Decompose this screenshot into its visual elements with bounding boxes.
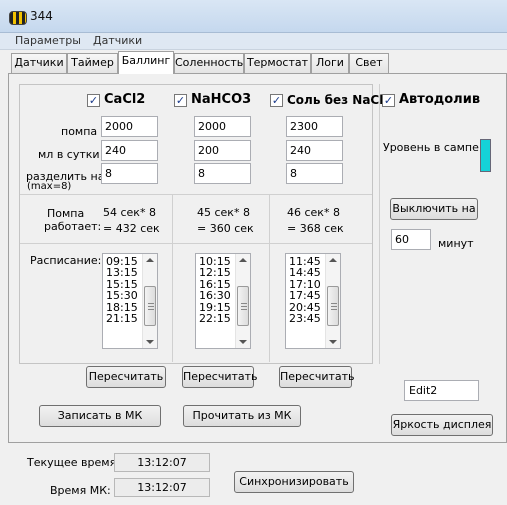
- label-divide-max: (max=8): [27, 181, 72, 192]
- label-pump: помпа: [61, 125, 98, 138]
- salt-ml-field[interactable]: 240: [286, 140, 343, 161]
- salt-label: Соль без NaCl: [287, 93, 384, 107]
- scroll-down-arrow-icon[interactable]: [329, 340, 337, 344]
- separator-2: [20, 243, 372, 244]
- nahco3-recalc-button[interactable]: Пересчитать: [182, 366, 258, 388]
- tab-sensors[interactable]: Датчики: [11, 53, 67, 73]
- cacl2-ml-field[interactable]: 240: [101, 140, 158, 161]
- cacl2-checkbox[interactable]: ✓: [87, 94, 100, 107]
- window-title: 344: [30, 9, 53, 23]
- salt-pump-field[interactable]: 2300: [286, 116, 343, 137]
- minutes-field[interactable]: 60: [391, 229, 431, 250]
- sump-level-label: Уровень в сампе:: [383, 141, 483, 154]
- current-time-label: Текущее время:: [27, 456, 120, 469]
- nahco3-label: NaHCO3: [191, 92, 252, 107]
- display-brightness-button[interactable]: Яркость дисплея: [391, 414, 493, 436]
- mk-time-value: 13:12:07: [114, 478, 210, 497]
- read-from-mk-button[interactable]: Прочитать из МК: [183, 405, 301, 427]
- list-item[interactable]: 22:15: [199, 313, 231, 325]
- tab-balling[interactable]: Баллинг: [118, 51, 174, 74]
- scrollbar[interactable]: [235, 254, 250, 348]
- current-time-value: 13:12:07: [114, 453, 210, 472]
- scroll-down-arrow-icon[interactable]: [146, 340, 154, 344]
- tab-thermostat[interactable]: Термостат: [244, 53, 311, 73]
- cacl2-work-total: = 432 сек: [103, 222, 160, 235]
- nahco3-work-time: 45 сек* 8: [197, 206, 250, 219]
- salt-checkbox[interactable]: ✓: [270, 94, 283, 107]
- label-schedule: Расписание:: [30, 254, 102, 267]
- salt-schedule-list[interactable]: 11:45 14:45 17:10 17:45 20:45 23:45: [285, 253, 341, 349]
- tab-salinity[interactable]: Соленность: [174, 53, 244, 73]
- title-bar: 344: [0, 0, 507, 33]
- scroll-thumb[interactable]: [144, 286, 156, 326]
- app-bee-icon: [9, 11, 27, 25]
- disable-for-button[interactable]: Выключить на: [390, 198, 478, 220]
- write-to-mk-button[interactable]: Записать в МК: [39, 405, 161, 427]
- column-divider-2: [269, 194, 270, 362]
- nahco3-work-total: = 360 сек: [197, 222, 254, 235]
- tab-light[interactable]: Свет: [349, 53, 389, 73]
- nahco3-schedule-list[interactable]: 10:15 12:15 16:15 16:30 19:15 22:15: [195, 253, 251, 349]
- salt-work-total: = 368 сек: [287, 222, 344, 235]
- list-item[interactable]: 15:30: [106, 290, 138, 302]
- minutes-label: минут: [438, 237, 474, 250]
- nahco3-divide-field[interactable]: 8: [194, 163, 251, 184]
- tab-timer[interactable]: Таймер: [67, 53, 118, 73]
- label-pump-works: Помпа: [47, 207, 85, 220]
- mk-time-label: Время МК:: [50, 484, 111, 497]
- autofill-label: Автодолив: [399, 92, 481, 107]
- scroll-thumb[interactable]: [327, 286, 339, 326]
- scroll-up-arrow-icon[interactable]: [239, 258, 247, 262]
- cacl2-label: CaCl2: [104, 92, 146, 107]
- label-pump-works-2: работает:: [44, 220, 102, 233]
- label-ml-per-day: мл в сутки: [38, 148, 100, 161]
- menu-parameters[interactable]: Параметры: [15, 34, 81, 47]
- separator-1: [20, 194, 372, 195]
- salt-work-time: 46 сек* 8: [287, 206, 340, 219]
- nahco3-pump-field[interactable]: 2000: [194, 116, 251, 137]
- menu-bar: Параметры Датчики: [0, 33, 507, 50]
- scroll-up-arrow-icon[interactable]: [146, 258, 154, 262]
- autofill-checkbox[interactable]: ✓: [382, 94, 395, 107]
- scrollbar[interactable]: [142, 254, 157, 348]
- list-item[interactable]: 17:45: [289, 290, 321, 302]
- cacl2-recalc-button[interactable]: Пересчитать: [86, 366, 166, 388]
- column-divider-1: [172, 194, 173, 362]
- salt-divide-field[interactable]: 8: [286, 163, 343, 184]
- column-divider-3: [379, 84, 380, 364]
- sump-level-indicator: [480, 139, 491, 172]
- list-item[interactable]: 23:45: [289, 313, 321, 325]
- nahco3-checkbox[interactable]: ✓: [174, 94, 187, 107]
- list-item[interactable]: 21:15: [106, 313, 138, 325]
- list-item[interactable]: 16:30: [199, 290, 231, 302]
- scroll-down-arrow-icon[interactable]: [239, 340, 247, 344]
- tab-logs[interactable]: Логи: [311, 53, 349, 73]
- menu-sensors[interactable]: Датчики: [93, 34, 142, 47]
- nahco3-ml-field[interactable]: 200: [194, 140, 251, 161]
- edit2-field[interactable]: Edit2: [404, 380, 479, 401]
- scroll-up-arrow-icon[interactable]: [329, 258, 337, 262]
- salt-recalc-button[interactable]: Пересчитать: [279, 366, 355, 388]
- cacl2-schedule-list[interactable]: 09:15 13:15 15:15 15:30 18:15 21:15: [102, 253, 158, 349]
- cacl2-pump-field[interactable]: 2000: [101, 116, 158, 137]
- scrollbar[interactable]: [325, 254, 340, 348]
- cacl2-divide-field[interactable]: 8: [101, 163, 158, 184]
- sync-button[interactable]: Синхронизировать: [234, 471, 354, 493]
- scroll-thumb[interactable]: [237, 286, 249, 326]
- cacl2-work-time: 54 сек* 8: [103, 206, 156, 219]
